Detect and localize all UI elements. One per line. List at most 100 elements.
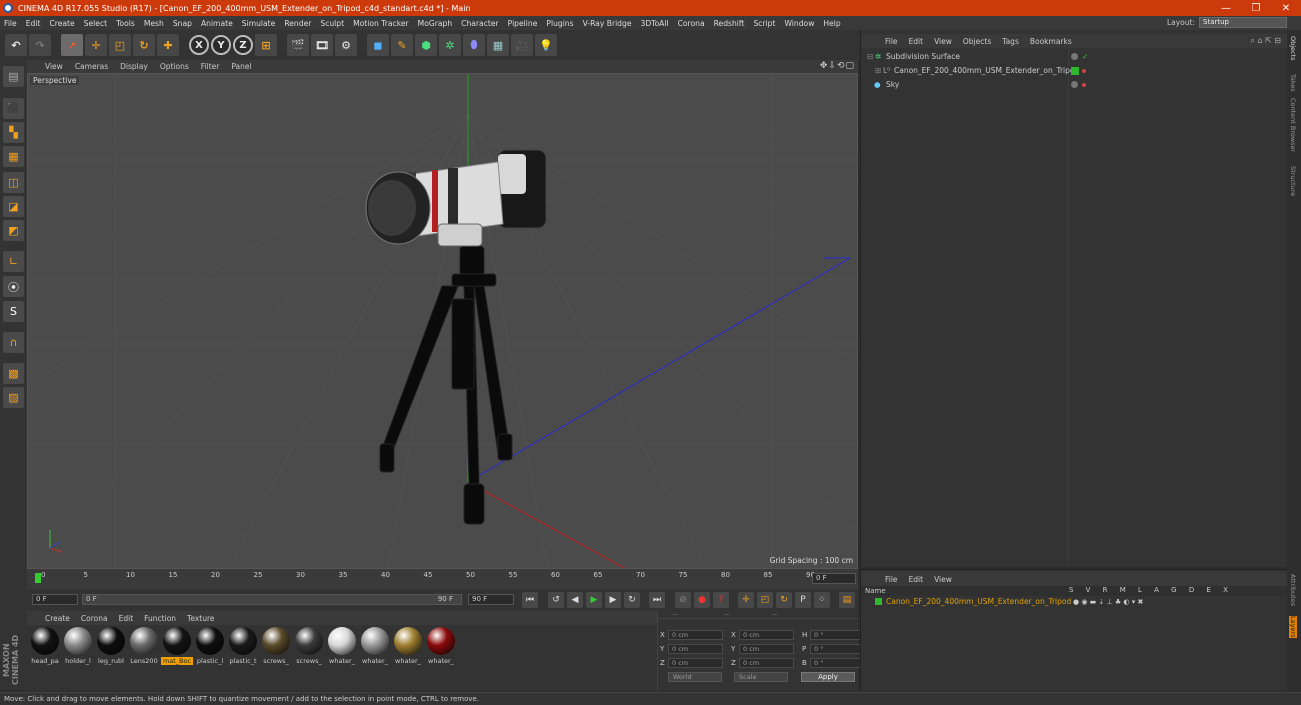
material-swatch[interactable]: whater_ <box>425 627 457 665</box>
current-frame-field[interactable]: 0 F <box>812 573 856 584</box>
autokey-icon[interactable]: ? <box>713 592 729 608</box>
rotation-b-field[interactable]: 0 ° <box>810 657 865 668</box>
key-move-icon[interactable]: ✛ <box>738 592 754 608</box>
viewport-menu-view[interactable]: View <box>45 62 63 71</box>
model-mode-icon[interactable]: ⬛ <box>3 98 24 119</box>
menu-help[interactable]: Help <box>823 19 840 28</box>
rotation-p-field[interactable]: 0 ° <box>810 643 865 654</box>
visibility-dot-icon[interactable] <box>1082 68 1086 73</box>
menu-vray-bridge[interactable]: V-Ray Bridge <box>583 19 632 28</box>
points-mode-icon[interactable]: ◫ <box>3 172 24 193</box>
menu-snap[interactable]: Snap <box>173 19 192 28</box>
tab-attributes[interactable]: Attributes <box>1289 574 1297 606</box>
menu-file[interactable]: File <box>4 19 17 28</box>
material-swatch[interactable]: Lens200 <box>128 627 160 665</box>
object-menu-view[interactable]: View <box>934 37 952 46</box>
menu-redshift[interactable]: Redshift <box>714 19 745 28</box>
material-swatch[interactable]: head_pa <box>29 627 61 665</box>
visibility-dot-icon[interactable] <box>1071 81 1078 88</box>
viewport-menu-cameras[interactable]: Cameras <box>75 62 108 71</box>
edges-mode-icon[interactable]: ◪ <box>3 196 24 217</box>
workplane-icon[interactable]: ▦ <box>3 146 24 167</box>
keyframe-selection-icon[interactable]: ⊘ <box>675 592 691 608</box>
menu-create[interactable]: Create <box>49 19 74 28</box>
menu-3dtoall[interactable]: 3DToAll <box>641 19 669 28</box>
redo-icon[interactable]: ↷ <box>29 34 51 56</box>
rotation-h-field[interactable]: 0 ° <box>810 629 865 640</box>
menu-simulate[interactable]: Simulate <box>242 19 276 28</box>
planar-workplane-icon[interactable]: ▨ <box>3 387 24 408</box>
magnet-icon[interactable]: ∩ <box>3 332 24 353</box>
previous-key-icon[interactable]: ↺ <box>548 592 564 608</box>
render-view-icon[interactable]: 🎬 <box>287 34 309 56</box>
layer-menu-view[interactable]: View <box>934 575 952 584</box>
viewport-navigation-icons[interactable]: ✥⇩⟲▢ <box>820 61 855 71</box>
layout-dropdown[interactable]: Startup <box>1199 17 1287 28</box>
material-menu-edit[interactable]: Edit <box>119 614 134 623</box>
menu-render[interactable]: Render <box>284 19 311 28</box>
size-z-field[interactable]: 0 cm <box>739 657 794 668</box>
menu-tools[interactable]: Tools <box>116 19 135 28</box>
viewport-menu-display[interactable]: Display <box>120 62 148 71</box>
y-axis-lock-icon[interactable]: Y <box>211 35 231 55</box>
material-swatch[interactable]: leg_rubl <box>95 627 127 665</box>
close-icon[interactable]: ✕ <box>1271 3 1301 14</box>
tab-layers[interactable]: Layers <box>1289 616 1297 638</box>
material-swatch[interactable]: mat_Boc <box>161 627 193 665</box>
tab-structure[interactable]: Structure <box>1289 166 1297 196</box>
transform-tool-icon[interactable]: ✚ <box>157 34 179 56</box>
menu-motion-tracker[interactable]: Motion Tracker <box>353 19 409 28</box>
visibility-dot-icon[interactable] <box>1071 53 1078 60</box>
perspective-viewport[interactable]: Perspective Grid Spacing : 100 cm <box>27 73 858 569</box>
key-scale-icon[interactable]: ◰ <box>757 592 773 608</box>
menu-mograph[interactable]: MoGraph <box>418 19 453 28</box>
tweak-mode-icon[interactable]: ⦿ <box>3 276 24 297</box>
minimize-icon[interactable]: — <box>1211 3 1241 14</box>
material-swatch[interactable]: whater_ <box>326 627 358 665</box>
timeline-window-icon[interactable]: ▤ <box>839 592 855 608</box>
array-icon[interactable]: ✲ <box>439 34 461 56</box>
key-pla-icon[interactable]: ⁘ <box>814 592 830 608</box>
pen-spline-icon[interactable]: ✎ <box>391 34 413 56</box>
texture-mode-icon[interactable]: ▚ <box>3 122 24 143</box>
menu-pipeline[interactable]: Pipeline <box>508 19 538 28</box>
subdivision-surface-icon[interactable]: ⬢ <box>415 34 437 56</box>
size-x-field[interactable]: 0 cm <box>739 629 794 640</box>
layer-color-swatch[interactable] <box>875 598 882 605</box>
object-row[interactable]: ● Sky <box>861 78 1288 91</box>
previous-frame-icon[interactable]: ◀ <box>567 592 583 608</box>
tab-content-browser[interactable]: Content Browser <box>1289 98 1297 152</box>
go-to-start-icon[interactable]: ⏮ <box>522 592 538 608</box>
object-menu-file[interactable]: File <box>885 37 898 46</box>
deformer-icon[interactable]: ⬮ <box>463 34 485 56</box>
position-y-field[interactable]: 0 cm <box>668 643 723 654</box>
rotate-tool-icon[interactable]: ↻ <box>133 34 155 56</box>
visibility-dot-icon[interactable] <box>1082 82 1086 87</box>
size-y-field[interactable]: 0 cm <box>739 643 794 654</box>
layer-menu-file[interactable]: File <box>885 575 898 584</box>
object-menu-tags[interactable]: Tags <box>1002 37 1019 46</box>
material-swatch[interactable]: screws_ <box>260 627 292 665</box>
z-axis-lock-icon[interactable]: Z <box>233 35 253 55</box>
object-row[interactable]: ⊟ ✲ Subdivision Surface ✓ <box>861 50 1288 63</box>
object-menu-edit[interactable]: Edit <box>909 37 924 46</box>
layer-flag-icons[interactable]: ● ◉ ▬ ⇣ ⊥ ♣ ◐ ▾ ✖ <box>1073 598 1143 606</box>
range-slider[interactable]: 0 F 90 F <box>82 594 462 605</box>
start-frame-field[interactable]: 0 F <box>32 594 78 605</box>
viewport-menu-options[interactable]: Options <box>160 62 189 71</box>
menu-script[interactable]: Script <box>753 19 775 28</box>
record-icon[interactable]: ● <box>694 592 710 608</box>
live-selection-icon[interactable]: ➚ <box>61 34 83 56</box>
material-swatch[interactable]: whater_ <box>392 627 424 665</box>
enabled-check-icon[interactable]: ✓ <box>1082 52 1088 61</box>
position-x-field[interactable]: 0 cm <box>668 629 723 640</box>
axis-mode-icon[interactable]: ∟ <box>3 251 24 272</box>
viewport-menu-panel[interactable]: Panel <box>231 62 251 71</box>
menu-sculpt[interactable]: Sculpt <box>320 19 344 28</box>
object-row[interactable]: ⊞ L⁰ Canon_EF_200_400mm_USM_Extender_on_… <box>861 64 1288 77</box>
material-swatch[interactable]: plastic_l <box>194 627 226 665</box>
position-z-field[interactable]: 0 cm <box>668 657 723 668</box>
menu-select[interactable]: Select <box>84 19 107 28</box>
floor-icon[interactable]: ▦ <box>487 34 509 56</box>
play-icon[interactable]: ▶ <box>586 592 602 608</box>
